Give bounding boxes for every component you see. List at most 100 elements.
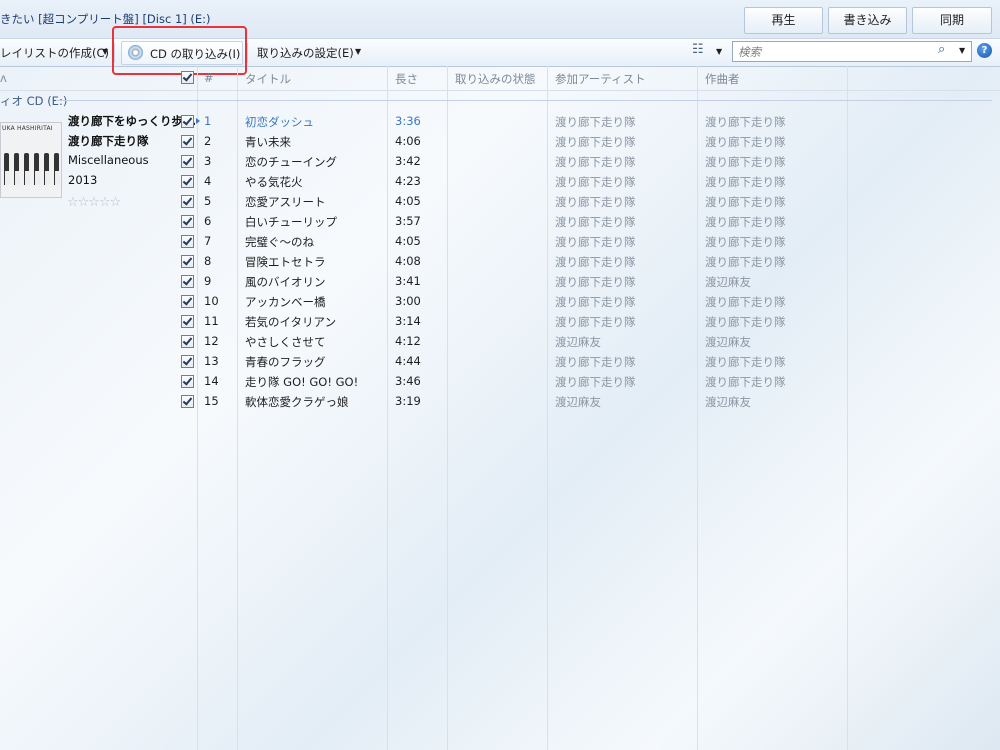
track-artist: 渡り廊下走り隊 <box>555 235 636 249</box>
track-checkbox[interactable] <box>181 395 194 408</box>
track-number: 3 <box>204 154 212 168</box>
track-number: 15 <box>204 394 219 408</box>
chevron-down-icon[interactable]: ▼ <box>355 47 361 56</box>
track-checkbox[interactable] <box>181 175 194 188</box>
track-checkbox[interactable] <box>181 295 194 308</box>
now-playing-icon <box>196 118 200 124</box>
track-checkbox[interactable] <box>181 135 194 148</box>
track-artist: 渡り廊下走り隊 <box>555 255 636 269</box>
select-all-checkbox[interactable] <box>181 71 194 84</box>
track-row[interactable]: 15 軟体恋愛クラゲっ娘 3:19 渡辺麻友 渡辺麻友 <box>0 391 1000 411</box>
track-number: 4 <box>204 174 212 188</box>
track-length: 3:00 <box>395 294 421 308</box>
track-length: 4:44 <box>395 354 421 368</box>
search-placeholder: 検索 <box>738 45 761 59</box>
track-composer: 渡り廊下走り隊 <box>705 235 786 249</box>
track-artist: 渡り廊下走り隊 <box>555 195 636 209</box>
rip-settings-button[interactable]: 取り込みの設定(E) <box>257 45 354 61</box>
track-number: 14 <box>204 374 219 388</box>
track-checkbox[interactable] <box>181 215 194 228</box>
track-checkbox[interactable] <box>181 375 194 388</box>
chevron-down-icon[interactable]: ▼ <box>102 47 108 56</box>
track-title: 完璧ぐ～のね <box>245 235 314 249</box>
track-composer: 渡辺麻友 <box>705 395 751 409</box>
track-title: 若気のイタリアン <box>245 315 337 329</box>
track-row[interactable]: 2 青い未来 4:06 渡り廊下走り隊 渡り廊下走り隊 <box>0 131 1000 151</box>
track-artist: 渡り廊下走り隊 <box>555 115 636 129</box>
track-row[interactable]: 12 やさしくさせて 4:12 渡辺麻友 渡辺麻友 <box>0 331 1000 351</box>
track-number: 13 <box>204 354 219 368</box>
track-composer: 渡り廊下走り隊 <box>705 135 786 149</box>
track-row[interactable]: 5 恋愛アスリート 4:05 渡り廊下走り隊 渡り廊下走り隊 <box>0 191 1000 211</box>
sort-indicator-icon[interactable]: ʌ <box>0 71 7 85</box>
track-row[interactable]: 10 アッカンベー橋 3:00 渡り廊下走り隊 渡り廊下走り隊 <box>0 291 1000 311</box>
track-length: 3:42 <box>395 154 421 168</box>
help-icon[interactable]: ? <box>977 43 992 58</box>
search-icon[interactable]: ⌕ <box>938 42 945 57</box>
track-number: 9 <box>204 274 212 288</box>
track-title: やさしくさせて <box>245 335 326 349</box>
track-row[interactable]: 11 若気のイタリアン 3:14 渡り廊下走り隊 渡り廊下走り隊 <box>0 311 1000 331</box>
chevron-down-icon[interactable]: ▼ <box>959 46 965 55</box>
view-options-icon[interactable]: ☷ <box>692 42 704 57</box>
column-rip-status[interactable]: 取り込みの状態 <box>455 71 536 87</box>
track-checkbox[interactable] <box>181 355 194 368</box>
track-row[interactable]: 8 冒険エトセトラ 4:08 渡り廊下走り隊 渡り廊下走り隊 <box>0 251 1000 271</box>
track-composer: 渡り廊下走り隊 <box>705 195 786 209</box>
track-checkbox[interactable] <box>181 115 194 128</box>
tab-burn[interactable]: 書き込み <box>828 7 907 34</box>
track-composer: 渡辺麻友 <box>705 275 751 289</box>
track-row[interactable]: 1 初恋ダッシュ 3:36 渡り廊下走り隊 渡り廊下走り隊 <box>0 111 1000 131</box>
chevron-down-icon[interactable]: ▼ <box>716 47 722 56</box>
track-checkbox[interactable] <box>181 195 194 208</box>
track-artist: 渡り廊下走り隊 <box>555 275 636 289</box>
column-header: ʌ # タイトル 長さ 取り込みの状態 参加アーティスト 作曲者 <box>0 66 1000 91</box>
track-number: 10 <box>204 294 219 308</box>
search-input[interactable]: 検索 ⌕ ▼ <box>732 41 972 62</box>
track-row[interactable]: 14 走り隊 GO! GO! GO! 3:46 渡り廊下走り隊 渡り廊下走り隊 <box>0 371 1000 391</box>
toolbar-divider <box>247 43 248 63</box>
track-row[interactable]: 9 風のバイオリン 3:41 渡り廊下走り隊 渡辺麻友 <box>0 271 1000 291</box>
track-title: 青春のフラッグ <box>245 355 326 369</box>
column-contributing-artist[interactable]: 参加アーティスト <box>555 71 646 87</box>
column-composer[interactable]: 作曲者 <box>705 71 740 87</box>
track-row[interactable]: 7 完璧ぐ～のね 4:05 渡り廊下走り隊 渡り廊下走り隊 <box>0 231 1000 251</box>
group-header: ィオ CD (E:) <box>0 94 68 108</box>
track-title: 風のバイオリン <box>245 275 326 289</box>
track-length: 3:41 <box>395 274 421 288</box>
track-checkbox[interactable] <box>181 335 194 348</box>
track-row[interactable]: 13 青春のフラッグ 4:44 渡り廊下走り隊 渡り廊下走り隊 <box>0 351 1000 371</box>
track-number: 6 <box>204 214 212 228</box>
track-length: 4:06 <box>395 134 421 148</box>
column-title[interactable]: タイトル <box>245 71 291 87</box>
tab-sync[interactable]: 同期 <box>912 7 992 34</box>
track-checkbox[interactable] <box>181 275 194 288</box>
track-checkbox[interactable] <box>181 315 194 328</box>
track-title: 青い未来 <box>245 135 291 149</box>
track-title: アッカンベー橋 <box>245 295 326 309</box>
tab-play[interactable]: 再生 <box>744 7 823 34</box>
track-checkbox[interactable] <box>181 155 194 168</box>
track-composer: 渡り廊下走り隊 <box>705 155 786 169</box>
track-length: 3:14 <box>395 314 421 328</box>
track-row[interactable]: 4 やる気花火 4:23 渡り廊下走り隊 渡り廊下走り隊 <box>0 171 1000 191</box>
create-playlist-button[interactable]: レイリストの作成(C) <box>0 45 109 61</box>
track-artist: 渡り廊下走り隊 <box>555 375 636 389</box>
track-artist: 渡辺麻友 <box>555 395 601 409</box>
track-length: 3:46 <box>395 374 421 388</box>
column-length[interactable]: 長さ <box>395 71 418 87</box>
track-number: 8 <box>204 254 212 268</box>
track-composer: 渡り廊下走り隊 <box>705 315 786 329</box>
track-checkbox[interactable] <box>181 255 194 268</box>
column-number[interactable]: # <box>204 71 214 85</box>
track-title: やる気花火 <box>245 175 303 189</box>
track-checkbox[interactable] <box>181 235 194 248</box>
track-row[interactable]: 3 恋のチューイング 3:42 渡り廊下走り隊 渡り廊下走り隊 <box>0 151 1000 171</box>
track-composer: 渡り廊下走り隊 <box>705 375 786 389</box>
track-composer: 渡り廊下走り隊 <box>705 355 786 369</box>
track-row[interactable]: 6 白いチューリップ 3:57 渡り廊下走り隊 渡り廊下走り隊 <box>0 211 1000 231</box>
track-title: 走り隊 GO! GO! GO! <box>245 375 359 389</box>
track-number: 12 <box>204 334 219 348</box>
track-length: 3:36 <box>395 114 421 128</box>
track-number: 11 <box>204 314 219 328</box>
